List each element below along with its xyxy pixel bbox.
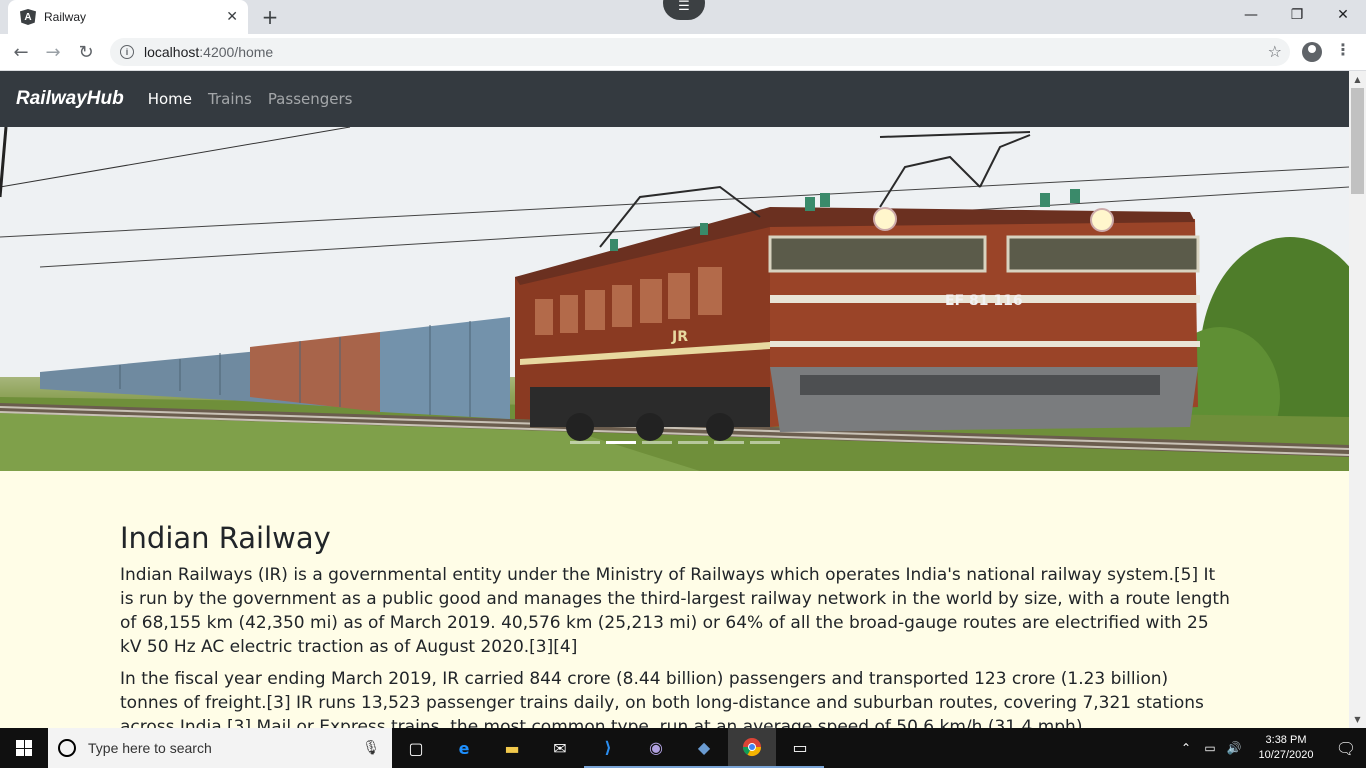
nav-link-home[interactable]: Home bbox=[148, 90, 192, 108]
article-paragraph: Indian Railways (IR) is a governmental e… bbox=[120, 565, 1230, 657]
microphone-icon[interactable]: 🎙 bbox=[362, 740, 380, 756]
nav-link-passengers[interactable]: Passengers bbox=[268, 90, 353, 108]
chevron-up-icon[interactable]: ⌃ bbox=[1174, 741, 1198, 755]
article-paragraph: In the fiscal year ending March 2019, IR… bbox=[120, 669, 1204, 728]
back-arrow-icon[interactable]: ← bbox=[8, 39, 34, 65]
eclipse-icon[interactable]: ◉ bbox=[632, 728, 680, 768]
angular-icon: A bbox=[20, 9, 36, 25]
chrome-icon[interactable] bbox=[728, 728, 776, 768]
browser-tab[interactable]: A Railway ✕ bbox=[8, 0, 248, 34]
file-explorer-icon[interactable]: ▬ bbox=[488, 728, 536, 768]
restore-button[interactable]: ❐ bbox=[1274, 0, 1320, 30]
windows-taskbar: Type here to search 🎙 ▢ e ▬ ✉ ⟩ ◉ ◆ ▭ ⌃ … bbox=[0, 728, 1366, 768]
carousel-indicator[interactable] bbox=[642, 441, 672, 444]
edge-icon[interactable]: e bbox=[440, 728, 488, 768]
jr-logo: JR bbox=[671, 329, 688, 345]
tab-title: Railway bbox=[44, 10, 87, 24]
terminal-icon[interactable]: ▭ bbox=[776, 728, 824, 768]
taskbar-clock[interactable]: 3:38 PM 10/27/2020 bbox=[1246, 733, 1326, 763]
page-title: Indian Railway bbox=[120, 521, 331, 555]
search-placeholder[interactable]: Type here to search bbox=[88, 740, 362, 756]
train-photo: EF 81 116 JR bbox=[0, 127, 1349, 471]
article-section: Indian Railway Indian Railways (IR) is a… bbox=[120, 521, 1230, 728]
volume-icon[interactable]: 🔊 bbox=[1222, 741, 1246, 755]
window-controls: — ❐ ✕ bbox=[1228, 0, 1366, 32]
carousel-indicator-active[interactable] bbox=[606, 441, 636, 444]
browser-toolbar: ← → ↻ i localhost:4200/home ☆ ⋮ bbox=[0, 34, 1366, 71]
page-viewport: RailwayHub Home Trains Passengers EF 81 … bbox=[0, 71, 1349, 728]
bookmark-star-icon[interactable]: ☆ bbox=[1268, 42, 1282, 61]
close-window-button[interactable]: ✕ bbox=[1320, 0, 1366, 30]
scroll-down-arrow-icon[interactable]: ▼ bbox=[1349, 711, 1366, 728]
url-text[interactable]: localhost:4200/home bbox=[144, 44, 273, 60]
start-button[interactable] bbox=[0, 728, 48, 768]
app-navbar: RailwayHub Home Trains Passengers bbox=[0, 71, 1349, 127]
task-view-icon[interactable]: ▢ bbox=[392, 728, 440, 768]
browser-tabstrip: A Railway ✕ + ☰ — ❐ ✕ bbox=[0, 0, 1366, 34]
carousel-indicators bbox=[570, 441, 780, 444]
cortana-icon bbox=[58, 739, 76, 757]
locomotive-plate: EF 81 116 bbox=[945, 293, 1023, 309]
minimize-button[interactable]: — bbox=[1228, 0, 1274, 30]
scroll-up-arrow-icon[interactable]: ▲ bbox=[1349, 71, 1366, 88]
carousel-indicator[interactable] bbox=[570, 441, 600, 444]
carousel-indicator[interactable] bbox=[714, 441, 744, 444]
profile-avatar-icon[interactable] bbox=[1302, 42, 1322, 62]
navbar-brand[interactable]: RailwayHub bbox=[16, 88, 124, 110]
close-tab-icon[interactable]: ✕ bbox=[226, 9, 238, 25]
scrollbar-thumb[interactable] bbox=[1351, 88, 1364, 194]
carousel-indicator[interactable] bbox=[750, 441, 780, 444]
vscode-icon[interactable]: ⟩ bbox=[584, 728, 632, 768]
forward-arrow-icon[interactable]: → bbox=[40, 39, 66, 65]
carousel-indicator[interactable] bbox=[678, 441, 708, 444]
reload-icon[interactable]: ↻ bbox=[73, 39, 99, 65]
chrome-logo bbox=[743, 738, 761, 757]
info-icon[interactable]: i bbox=[120, 45, 134, 59]
system-tray: ⌃ ▭ 🔊 3:38 PM 10/27/2020 🗨 bbox=[1174, 728, 1366, 768]
notification-icon[interactable]: 🗨 bbox=[1326, 739, 1366, 758]
address-bar[interactable]: i localhost:4200/home ☆ bbox=[110, 38, 1290, 66]
browser-menu-icon[interactable]: ⋮ bbox=[1335, 40, 1351, 59]
page-scrollbar[interactable]: ▲ ▼ bbox=[1349, 71, 1366, 728]
hero-carousel: EF 81 116 JR bbox=[0, 127, 1349, 471]
mail-icon[interactable]: ✉ bbox=[536, 728, 584, 768]
windows-logo-icon bbox=[16, 740, 32, 756]
network-icon[interactable]: ▭ bbox=[1198, 741, 1222, 755]
mysql-workbench-icon[interactable]: ◆ bbox=[680, 728, 728, 768]
tab-search-icon[interactable]: ☰ bbox=[663, 0, 705, 20]
clock-time: 3:38 PM bbox=[1265, 734, 1307, 746]
new-tab-button[interactable]: + bbox=[258, 5, 282, 29]
taskbar-search[interactable]: Type here to search 🎙 bbox=[48, 728, 392, 768]
clock-date: 10/27/2020 bbox=[1258, 749, 1314, 761]
nav-link-trains[interactable]: Trains bbox=[208, 90, 252, 108]
